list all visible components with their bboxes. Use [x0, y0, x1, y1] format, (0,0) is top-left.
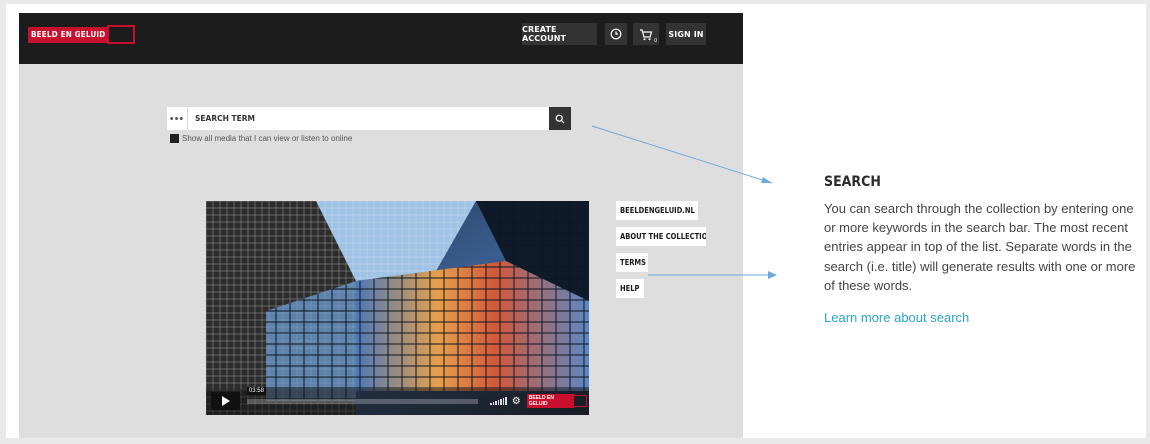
link-beeldengeluid[interactable]: BEELDENGELUID.NL — [616, 201, 698, 220]
online-media-filter: Show all media that I can view or listen… — [170, 134, 352, 143]
play-icon — [221, 396, 230, 406]
online-media-checkbox[interactable] — [170, 134, 179, 143]
side-links: BEELDENGELUID.NL ABOUT THE COLLECTIO TER… — [616, 201, 706, 305]
help-panel-title: SEARCH — [824, 174, 881, 190]
volume-control[interactable] — [490, 397, 507, 405]
link-help[interactable]: HELP — [616, 279, 644, 298]
settings-gear-icon[interactable]: ⚙ — [512, 396, 521, 407]
logo-text: BEELD EN GELUID — [28, 26, 109, 43]
clock-icon — [610, 28, 622, 40]
app-window: BEELD EN GELUID CREATE ACCOUNT 0 SIGN IN… — [19, 13, 743, 438]
video-time: 03:58 — [246, 386, 266, 395]
play-button[interactable] — [211, 392, 240, 410]
online-media-label: Show all media that I can view or listen… — [182, 134, 353, 143]
cart-icon — [640, 28, 653, 40]
video-logo-text: BEELD EN GELUID — [526, 394, 575, 408]
cart-count: 0 — [654, 38, 657, 44]
logo[interactable]: BEELD EN GELUID — [28, 25, 136, 44]
video-logo-frame — [573, 395, 587, 407]
help-panel-body: You can search through the collection by… — [824, 201, 1136, 293]
top-bar: BEELD EN GELUID CREATE ACCOUNT 0 SIGN IN — [19, 13, 743, 64]
video-player[interactable]: 03:58 ⚙ BEELD EN GELUID — [206, 201, 589, 415]
history-button[interactable] — [605, 23, 627, 45]
atrium-video-frame — [206, 201, 589, 415]
link-about-collection[interactable]: ABOUT THE COLLECTIO — [616, 227, 706, 246]
search-bar: ••• — [167, 107, 571, 130]
logo-frame — [107, 25, 136, 44]
search-icon — [555, 114, 565, 123]
cart-button[interactable]: 0 — [633, 23, 659, 45]
learn-more-link[interactable]: Learn more about search — [824, 310, 1144, 325]
video-progress-bar[interactable]: 03:58 — [246, 386, 479, 404]
create-account-button[interactable]: CREATE ACCOUNT — [522, 23, 597, 45]
search-help-panel: SEARCH You can search through the collec… — [824, 174, 1144, 325]
link-terms[interactable]: TERMS — [616, 253, 648, 272]
video-logo: BEELD EN GELUID — [526, 394, 587, 408]
search-button[interactable] — [549, 107, 571, 130]
search-input[interactable] — [188, 107, 549, 130]
sign-in-button[interactable]: SIGN IN — [666, 23, 706, 45]
more-options-button[interactable]: ••• — [167, 107, 188, 130]
video-controls: 03:58 ⚙ BEELD EN GELUID — [208, 386, 587, 412]
